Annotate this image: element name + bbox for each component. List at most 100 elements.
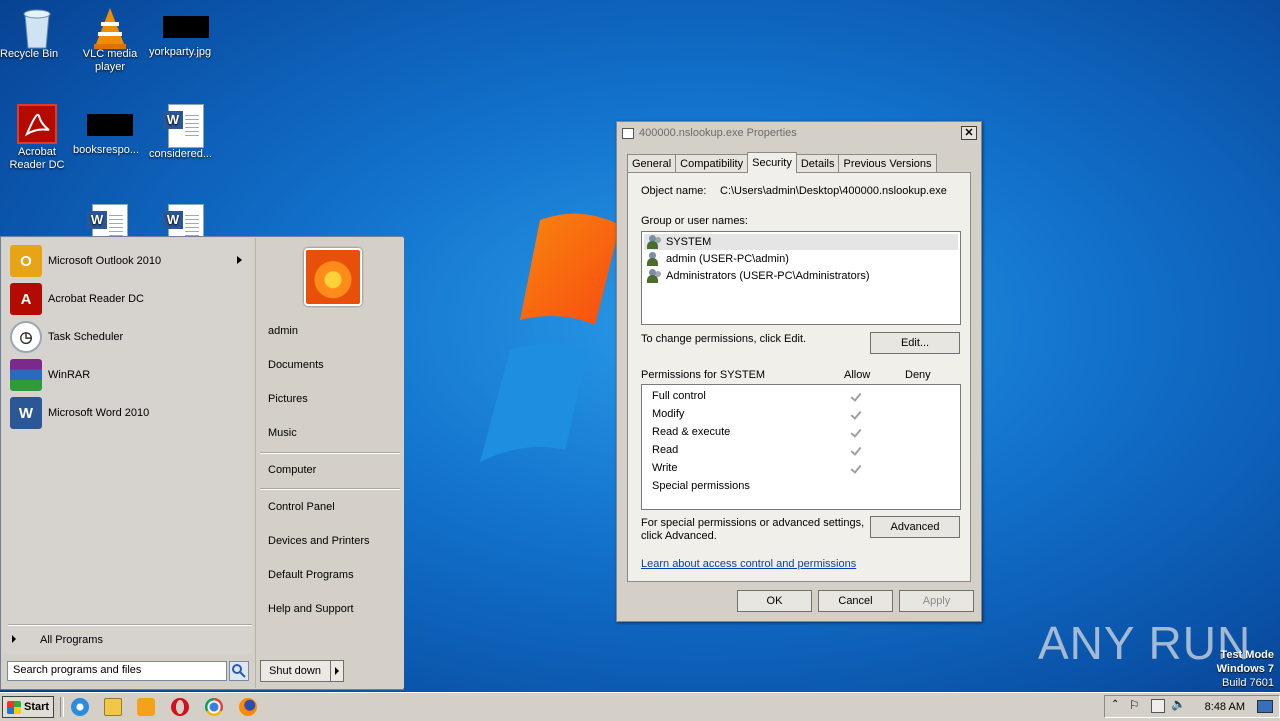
pinned-task-scheduler[interactable]: ◷ Task Scheduler: [10, 320, 250, 354]
tab-security[interactable]: Security: [747, 152, 797, 173]
allow-check-icon: [850, 445, 862, 457]
pinned-label: Microsoft Word 2010: [48, 407, 150, 419]
principal-label: admin (USER-PC\admin): [666, 253, 789, 265]
media-player-icon[interactable]: [137, 698, 155, 716]
permission-write: Write: [652, 462, 678, 474]
principals-list[interactable]: SYSTEM admin (USER-PC\admin) Administrat…: [641, 231, 961, 325]
principal-admin[interactable]: admin (USER-PC\admin): [644, 251, 958, 267]
dialog-titlebar[interactable]: 400000.nslookup.exe Properties ✕: [618, 123, 980, 143]
place-devices-printers[interactable]: Devices and Printers: [268, 535, 370, 547]
chrome-icon[interactable]: [205, 698, 223, 716]
principal-system[interactable]: SYSTEM: [644, 234, 958, 250]
outlook-icon: O: [10, 245, 42, 277]
divider: [260, 452, 400, 454]
learn-access-control-link[interactable]: Learn about access control and permissio…: [641, 558, 856, 570]
tab-general[interactable]: General: [627, 154, 677, 173]
firefox-icon[interactable]: [239, 698, 257, 716]
start-label: Start: [24, 701, 50, 713]
opera-icon[interactable]: [171, 698, 189, 716]
allow-header: Allow: [844, 369, 871, 381]
users-group-icon: [647, 235, 663, 249]
permission-read-execute: Read & execute: [652, 426, 731, 438]
pinned-acrobat[interactable]: A Acrobat Reader DC: [10, 282, 250, 316]
special-permissions-text: For special permissions or advanced sett…: [641, 517, 865, 529]
apply-button[interactable]: Apply: [899, 590, 974, 612]
principal-label: Administrators (USER-PC\Administrators): [666, 270, 870, 282]
principal-administrators[interactable]: Administrators (USER-PC\Administrators): [644, 268, 958, 284]
system-tray: ⌃ ⚐ 🔈 8:48 AM: [1104, 695, 1280, 718]
image-file-icon: [163, 16, 209, 38]
allow-check-icon: [850, 409, 862, 421]
permission-modify: Modify: [652, 408, 685, 420]
place-pictures[interactable]: Pictures: [268, 393, 308, 405]
explorer-folder-icon[interactable]: [104, 698, 122, 716]
start-menu-programs-pane: O Microsoft Outlook 2010 A Acrobat Reade…: [2, 238, 253, 654]
dialog-tabs: General Compatibility Security Details P…: [627, 152, 937, 173]
place-default-programs[interactable]: Default Programs: [268, 569, 354, 581]
special-permissions-text-2: click Advanced.: [641, 530, 717, 542]
place-documents[interactable]: Documents: [268, 359, 324, 371]
desktop-icon-vlc[interactable]: VLC media player: [73, 6, 147, 73]
desktop-icon-label: Recycle Bin: [0, 48, 59, 60]
place-control-panel[interactable]: Control Panel: [268, 501, 335, 513]
permission-full-control: Full control: [652, 390, 706, 402]
desktop-icon-considered[interactable]: W considered...: [149, 104, 223, 160]
permission-read: Read: [652, 444, 679, 456]
users-group-icon: [647, 269, 663, 283]
shutdown-button[interactable]: Shut down: [260, 660, 344, 682]
start-button[interactable]: Start: [2, 696, 54, 718]
pinned-winrar[interactable]: WinRAR: [10, 358, 250, 392]
pinned-label: Acrobat Reader DC: [48, 293, 144, 305]
desktop-icon-label: Acrobat Reader DC: [9, 146, 65, 171]
tab-previous-versions[interactable]: Previous Versions: [838, 154, 937, 173]
ok-button[interactable]: OK: [737, 590, 812, 612]
allow-check-icon: [850, 391, 862, 403]
group-names-label: Group or user names:: [641, 215, 748, 227]
desktop-icon-booksrespo[interactable]: booksrespo...: [73, 104, 147, 156]
change-permissions-text: To change permissions, click Edit.: [641, 333, 807, 345]
user-avatar[interactable]: [304, 248, 362, 306]
permissions-for-label: Permissions for SYSTEM: [641, 369, 766, 381]
action-center-flag-icon[interactable]: ⚐: [1129, 698, 1140, 712]
search-icon[interactable]: [229, 661, 249, 681]
network-icon[interactable]: [1151, 699, 1165, 713]
desktop-icon-label: yorkparty.jpg: [149, 46, 212, 58]
place-admin[interactable]: admin: [268, 325, 298, 337]
clock[interactable]: 8:48 AM: [1205, 701, 1245, 713]
divider: [60, 697, 64, 717]
deny-header: Deny: [905, 369, 931, 381]
permissions-list[interactable]: Full control Modify Read & execute Read …: [641, 384, 961, 510]
all-programs-label: All Programs: [40, 634, 103, 646]
dialog-title: 400000.nslookup.exe Properties: [639, 127, 797, 139]
search-input[interactable]: Search programs and files: [7, 661, 227, 681]
show-desktop-icon[interactable]: [1257, 700, 1273, 713]
window-icon: [622, 127, 634, 139]
tab-compatibility[interactable]: Compatibility: [675, 154, 749, 173]
pinned-word[interactable]: W Microsoft Word 2010: [10, 396, 250, 430]
desktop-icon-acrobat[interactable]: Acrobat Reader DC: [0, 104, 74, 171]
desktop-icon-label: booksrespo...: [73, 144, 140, 156]
volume-icon[interactable]: 🔈: [1171, 697, 1186, 711]
place-computer[interactable]: Computer: [268, 464, 316, 476]
security-panel: Object name: C:\Users\admin\Desktop\4000…: [627, 172, 971, 582]
close-icon[interactable]: ✕: [961, 126, 977, 140]
desktop-icon-label: considered...: [149, 148, 212, 160]
divider: [260, 488, 400, 490]
permission-special: Special permissions: [652, 480, 750, 492]
all-programs-button[interactable]: All Programs: [12, 634, 103, 646]
triangle-right-icon: [12, 635, 16, 643]
internet-explorer-icon[interactable]: [71, 698, 89, 716]
desktop-icon-recycle-bin[interactable]: Recycle Bin: [0, 6, 74, 60]
advanced-button[interactable]: Advanced: [870, 516, 960, 538]
show-hidden-icons-icon[interactable]: ⌃: [1111, 699, 1119, 710]
place-help-support[interactable]: Help and Support: [268, 603, 354, 615]
edit-button[interactable]: Edit...: [870, 332, 960, 354]
place-music[interactable]: Music: [268, 427, 297, 439]
divider: [8, 624, 252, 626]
desktop-icon-yorkparty[interactable]: yorkparty.jpg: [149, 6, 223, 58]
pinned-outlook[interactable]: O Microsoft Outlook 2010: [10, 244, 250, 278]
test-mode-line: Build 7601: [1222, 677, 1274, 689]
shutdown-options-arrow-icon[interactable]: [330, 661, 343, 681]
cancel-button[interactable]: Cancel: [818, 590, 893, 612]
tab-details[interactable]: Details: [795, 154, 840, 173]
